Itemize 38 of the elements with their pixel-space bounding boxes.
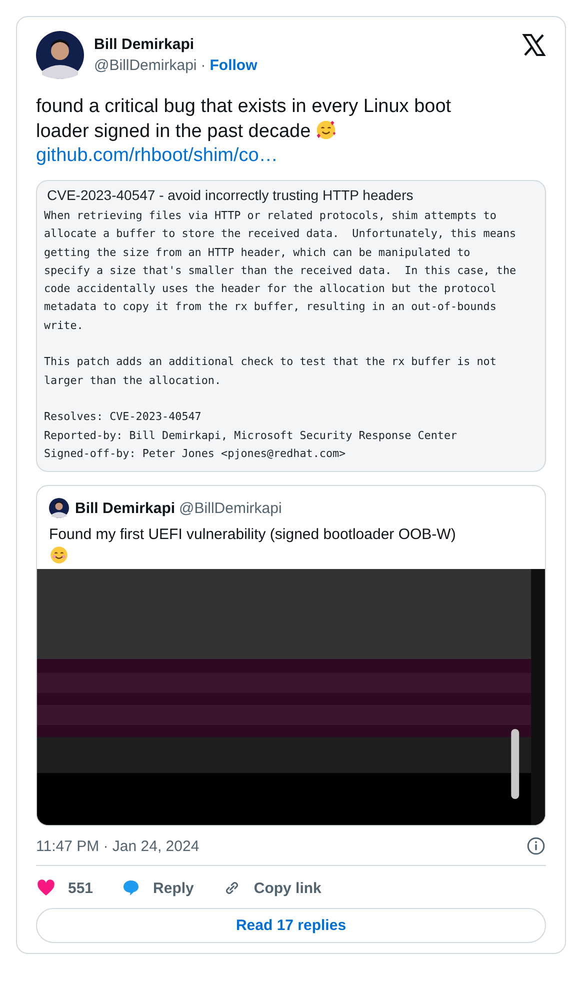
commit-message-line: Reported-by: Bill Demirkapi, Microsoft Security Response Center xyxy=(44,428,458,444)
commit-message-line: metadata to copy it from the rx buffer, resulting in an out-of-bounds xyxy=(44,299,496,316)
follow-link[interactable]: Follow xyxy=(210,57,258,74)
quoted-author-name: Bill Demirkapi xyxy=(75,500,176,517)
quoted-tweet[interactable]: Bill Demirkapi @BillDemirkapi Found my first UEFI vulnerability (signed bootloader OOB-W) xyxy=(36,485,546,826)
tweet-text-line: found a critical bug that exists in every Linux boot xyxy=(36,96,452,117)
commit-title: CVE-2023-40547 - avoid incorrectly trusting HTTP headers xyxy=(47,187,414,203)
author-handle[interactable]: @BillDemirkapi xyxy=(94,57,197,74)
commit-message-line: Signed-off-by: Peter Jones <pjones@redhat.com> xyxy=(44,446,346,462)
reply-action[interactable]: Reply xyxy=(121,878,194,898)
quoted-author-handle: @BillDemirkapi xyxy=(179,500,282,517)
commit-message-line: code accidentally uses the header for the allocation but the protocol xyxy=(44,281,496,298)
speech-bubble-icon xyxy=(121,878,142,898)
quoted-tweet-text: Found my first UEFI vulnerability (signed bootloader OOB-W) xyxy=(49,526,456,544)
smiling-face-with-hearts-icon xyxy=(314,119,337,141)
commit-message-line: larger than the allocation. xyxy=(44,372,222,389)
separator: · xyxy=(200,57,206,74)
avatar[interactable] xyxy=(36,31,84,79)
commit-message-line: getting the size from an HTTP header, which can be manipulated to xyxy=(44,244,470,261)
read-replies-button[interactable]: Read 17 replies xyxy=(36,908,546,944)
commit-message-line: Resolves: CVE-2023-40547 xyxy=(44,409,202,426)
copy-action[interactable]: Copy link xyxy=(222,878,322,898)
avatar xyxy=(49,498,69,518)
author-name[interactable]: Bill Demirkapi xyxy=(94,36,512,53)
commit-message-line: This patch adds an additional check to test that the rx buffer is not xyxy=(44,354,496,370)
link-preview-card[interactable] xyxy=(36,180,546,472)
heart-icon xyxy=(36,878,56,898)
timestamp[interactable]: 11:47 PM · Jan 24, 2024 xyxy=(36,838,200,855)
link[interactable]: github.com/rhboot/shim/co… xyxy=(36,144,546,168)
smiling-face-icon xyxy=(49,545,69,566)
commit-message-line: specify a size that's smaller than the received data. In this case, the xyxy=(44,262,516,279)
info-icon[interactable] xyxy=(526,836,546,856)
commit-message-line: allocate a buffer to store the received data. Unfortunately, this means xyxy=(44,226,516,242)
like-action[interactable]: 551 xyxy=(36,878,94,898)
commit-message-line: When retrieving files via HTTP or related protocols, shim attempts to xyxy=(44,208,496,224)
tweet-text-line: loader signed in the past decade xyxy=(36,121,311,142)
commit-message-line: write. xyxy=(44,318,84,334)
x-logo-icon[interactable] xyxy=(522,33,546,57)
